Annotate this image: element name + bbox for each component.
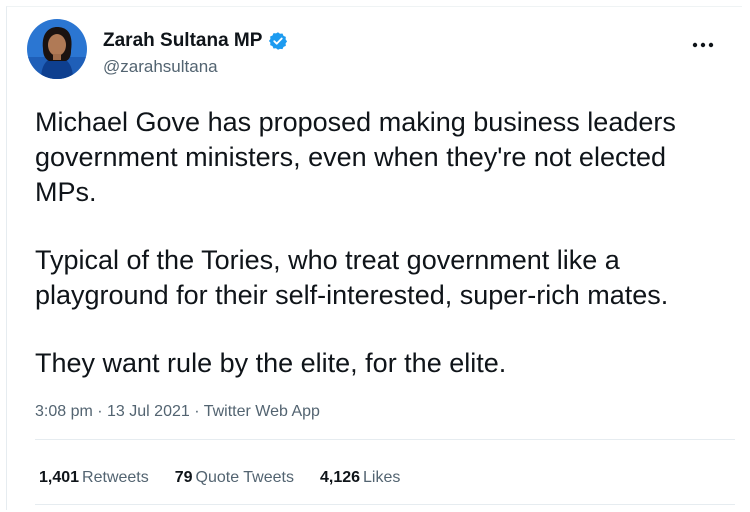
retweets-stat[interactable]: 1,401 Retweets: [39, 468, 149, 488]
quote-tweets-stat[interactable]: 79 Quote Tweets: [175, 468, 294, 488]
retweets-label: Retweets: [82, 469, 149, 486]
tweet-card: Zarah Sultana MP @zarahsultana Michael G…: [6, 6, 742, 510]
author-names: Zarah Sultana MP @zarahsultana: [103, 29, 288, 78]
avatar[interactable]: [27, 19, 87, 79]
likes-label: Likes: [363, 469, 401, 486]
tweet-text: Michael Gove has proposed making busines…: [35, 105, 725, 414]
meta-separator: ·: [189, 403, 204, 420]
tweet-header: Zarah Sultana MP @zarahsultana: [27, 19, 727, 89]
likes-stat[interactable]: 4,126 Likes: [320, 468, 400, 488]
verified-badge-icon: [268, 31, 288, 51]
quote-tweets-count: 79: [174, 469, 193, 486]
tweet-paragraph: Michael Gove has proposed making busines…: [35, 107, 676, 207]
display-name[interactable]: Zarah Sultana MP: [103, 29, 262, 53]
tweet-paragraph: Typical of the Tories, who treat governm…: [35, 245, 669, 310]
tweet-date[interactable]: 13 Jul 2021: [107, 403, 190, 420]
tweet-paragraph: They want rule by the elite, for the eli…: [35, 348, 507, 378]
meta-separator: ·: [92, 403, 108, 420]
tweet-time[interactable]: 3:08 pm: [35, 403, 93, 420]
quote-tweets-label: Quote Tweets: [195, 469, 294, 486]
tweet-source[interactable]: Twitter Web App: [204, 403, 320, 420]
retweets-count: 1,401: [39, 469, 80, 486]
display-name-row: Zarah Sultana MP: [103, 29, 288, 53]
divider: [35, 504, 735, 505]
tweet-stats: 1,401 Retweets 79 Quote Tweets 4,126 Likes: [39, 468, 400, 488]
more-options-icon[interactable]: [689, 35, 717, 55]
likes-count: 4,126: [319, 469, 361, 486]
divider: [35, 439, 735, 440]
tweet-meta: 3:08 pm · 13 Jul 2021 · Twitter Web App: [35, 402, 320, 422]
author-handle[interactable]: @zarahsultana: [103, 56, 288, 78]
